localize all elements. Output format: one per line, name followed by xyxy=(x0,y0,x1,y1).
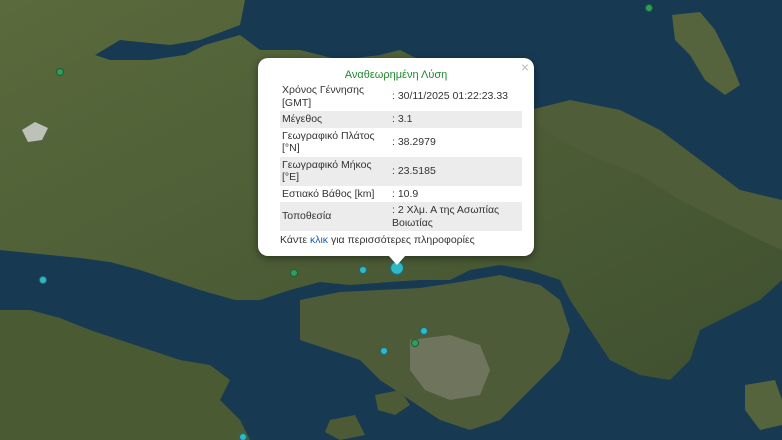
info-value: : 23.5185 xyxy=(390,156,522,186)
earthquake-marker[interactable] xyxy=(56,68,64,76)
info-table: Χρόνος Γέννησης [GMT] : 30/11/2025 01:22… xyxy=(280,82,522,231)
info-label: Γεωγραφικό Πλάτος [°N] xyxy=(282,129,375,155)
info-row-location: Τοποθεσία : 2 Χλμ. Α της Ασωπίας Βοιωτία… xyxy=(280,202,522,231)
more-info-text: Κάντε κλικ για περισσότερες πληροφορίες xyxy=(280,234,475,246)
info-row-magnitude: Μέγεθος : 3.1 xyxy=(280,111,522,128)
earthquake-marker[interactable] xyxy=(39,276,47,284)
earthquake-marker[interactable] xyxy=(290,269,298,277)
info-row-origin-time: Χρόνος Γέννησης [GMT] : 30/11/2025 01:22… xyxy=(280,82,522,111)
earthquake-marker[interactable] xyxy=(420,327,428,335)
earthquake-info-popup: × Αναθεωρημένη Λύση Χρόνος Γέννησης [GMT… xyxy=(258,58,534,256)
earthquake-marker[interactable] xyxy=(239,433,247,440)
info-label: Γεωγραφικό Μήκος [°E] xyxy=(280,156,390,186)
earthquake-marker[interactable] xyxy=(359,266,367,274)
info-label: Μέγεθος xyxy=(280,111,390,128)
info-label: Εστιακό Βάθος [km] xyxy=(282,187,375,200)
info-value: : 3.1 xyxy=(390,111,522,128)
more-info-suffix: για περισσότερες πληροφορίες xyxy=(328,234,475,246)
info-value: : 30/11/2025 01:22:23.33 xyxy=(392,90,508,103)
more-info-link[interactable]: κλικ xyxy=(310,234,328,246)
info-row-longitude: Γεωγραφικό Μήκος [°E] : 23.5185 xyxy=(280,156,522,186)
earthquake-marker[interactable] xyxy=(645,4,653,12)
info-value: : 10.9 xyxy=(392,187,419,200)
info-label: Χρόνος Γέννησης [GMT] xyxy=(282,84,365,109)
info-value: : 2 Χλμ. Α της Ασωπίας Βοιωτίας xyxy=(390,202,522,231)
info-label: Τοποθεσία xyxy=(280,202,390,231)
earthquake-marker[interactable] xyxy=(411,339,419,347)
popup-title: Αναθεωρημένη Λύση xyxy=(344,69,448,81)
info-value: : 38.2979 xyxy=(392,135,436,148)
popup-tip xyxy=(388,255,406,265)
info-row-latitude: Γεωγραφικό Πλάτος [°N] : 38.2979 xyxy=(280,128,522,157)
earthquake-marker[interactable] xyxy=(380,347,388,355)
info-row-depth: Εστιακό Βάθος [km] : 10.9 xyxy=(280,186,522,203)
more-info-prefix: Κάντε xyxy=(280,234,310,246)
